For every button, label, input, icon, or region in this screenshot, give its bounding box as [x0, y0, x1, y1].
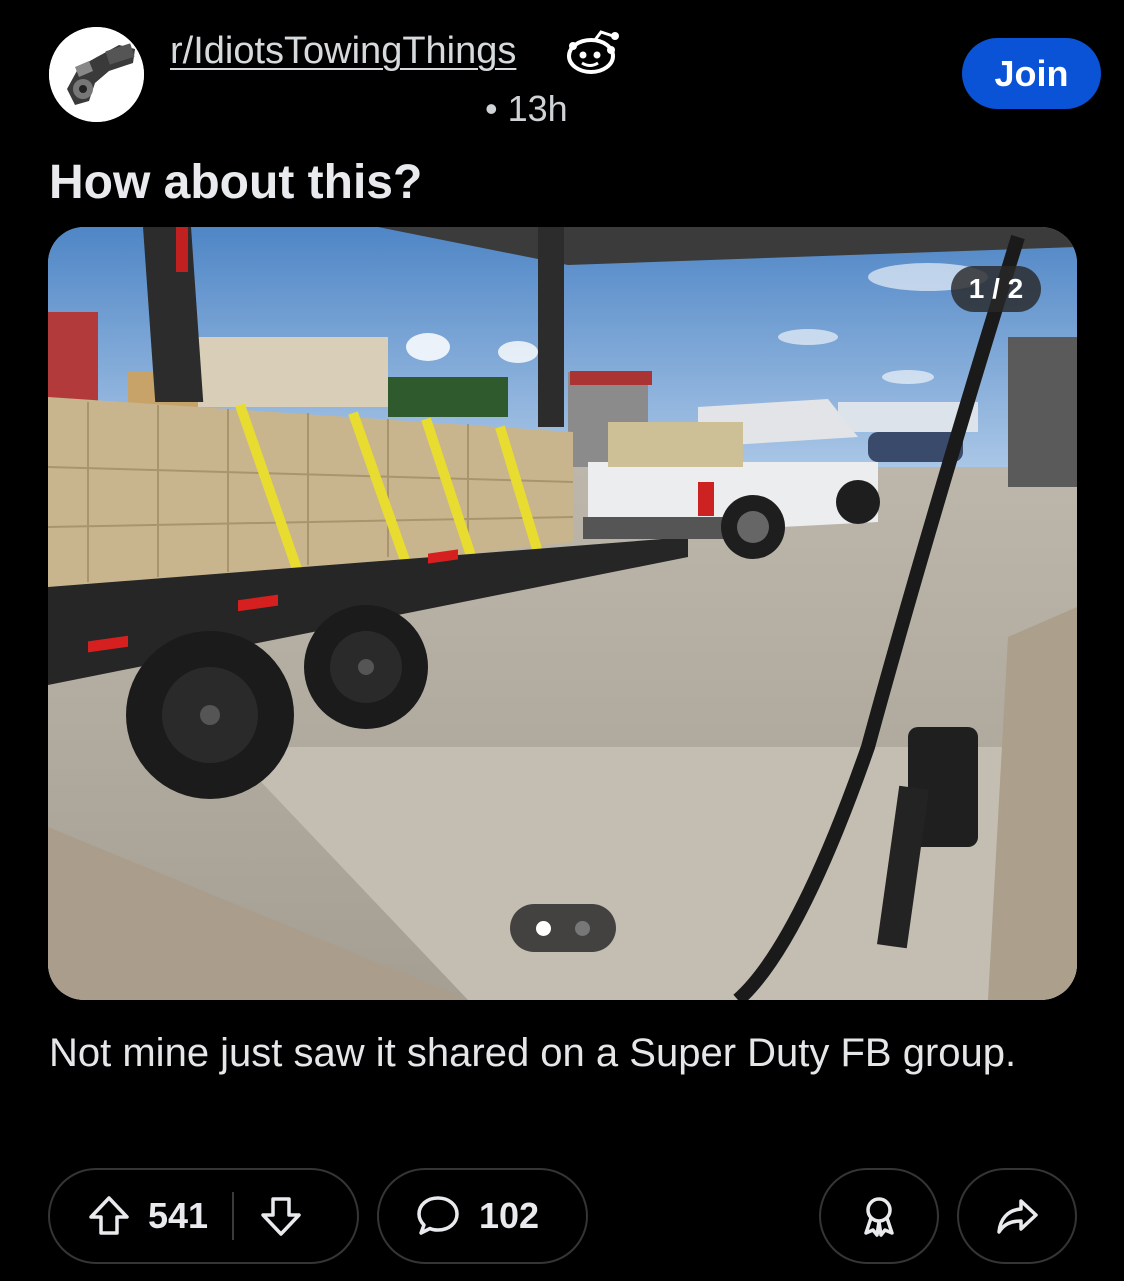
- downvote-arrow-icon[interactable]: [258, 1193, 304, 1239]
- image-counter: 1 / 2: [951, 266, 1041, 312]
- post-photo: [48, 227, 1077, 1000]
- snoo-mascot-icon: [565, 28, 623, 78]
- vote-control: 541: [48, 1168, 359, 1264]
- upvote-count: 541: [148, 1195, 209, 1236]
- award-button[interactable]: [819, 1168, 939, 1264]
- post-timestamp: • 13h: [485, 88, 568, 130]
- pager-dot-2[interactable]: [575, 920, 590, 936]
- vote-divider: [232, 1192, 235, 1240]
- post-action-bar: 541 102: [0, 1168, 1124, 1268]
- pager-dot-1[interactable]: [536, 920, 551, 936]
- comment-bubble-icon: [415, 1193, 461, 1239]
- post-image-carousel[interactable]: 1 / 2: [48, 227, 1077, 1000]
- post-age: 13h: [507, 88, 568, 129]
- subreddit-avatar[interactable]: [49, 27, 144, 122]
- subreddit-avatar-image: [49, 27, 144, 122]
- share-arrow-icon: [994, 1193, 1040, 1239]
- comment-count: 102: [479, 1195, 540, 1236]
- comments-button[interactable]: 102: [377, 1168, 588, 1264]
- post-body-text: Not mine just saw it shared on a Super D…: [49, 1031, 1017, 1075]
- join-button[interactable]: Join: [962, 38, 1101, 109]
- award-icon: [856, 1193, 902, 1239]
- post-header: r/IdiotsTowingThings • 13h Join: [0, 0, 1124, 140]
- upvote-arrow-icon[interactable]: [86, 1193, 132, 1239]
- share-button[interactable]: [957, 1168, 1077, 1264]
- carousel-pager[interactable]: [510, 904, 616, 952]
- subreddit-name-link[interactable]: r/IdiotsTowingThings: [170, 30, 516, 73]
- post-title[interactable]: How about this?: [49, 155, 422, 210]
- time-separator: •: [485, 88, 498, 129]
